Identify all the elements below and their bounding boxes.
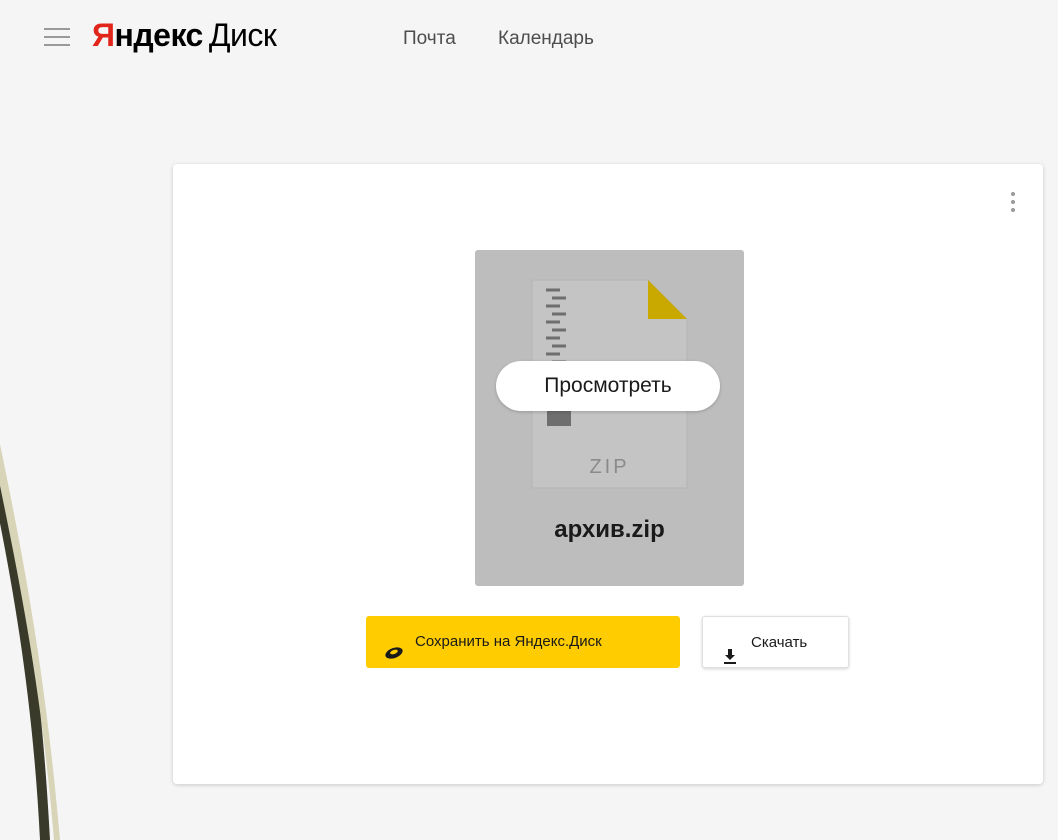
- save-to-disk-button[interactable]: Сохранить на Яндекс.Диск: [366, 616, 680, 668]
- decorative-stripe: [0, 444, 60, 840]
- view-button[interactable]: Просмотреть: [496, 361, 720, 411]
- logo-brand-text: ндекс: [114, 17, 204, 53]
- nav-link-mail[interactable]: Почта: [403, 27, 456, 51]
- download-button-label: Скачать: [751, 634, 808, 651]
- logo-product-name: Диск: [208, 17, 277, 53]
- nav-link-calendar[interactable]: Календарь: [498, 27, 594, 51]
- download-button[interactable]: Скачать: [702, 616, 849, 668]
- file-name: архив.zip: [554, 516, 665, 543]
- logo-brand-first-letter: Я: [92, 17, 115, 53]
- public-file-card: ZIP Просмотреть архив.zip Сохранить на Я…: [173, 164, 1043, 784]
- hamburger-menu-icon[interactable]: [44, 26, 70, 48]
- yandex-disk-logo[interactable]: Яндекс Диск: [92, 13, 277, 57]
- file-preview-tile[interactable]: ZIP Просмотреть архив.zip: [475, 250, 744, 586]
- save-button-label: Сохранить на Яндекс.Диск: [415, 633, 602, 650]
- file-type-label: ZIP: [589, 456, 630, 478]
- top-header: Яндекс Диск Почта Календарь: [0, 0, 1058, 80]
- download-icon: [723, 635, 737, 687]
- more-vertical-icon[interactable]: [1001, 188, 1025, 218]
- yandex-disk-icon: [384, 632, 404, 684]
